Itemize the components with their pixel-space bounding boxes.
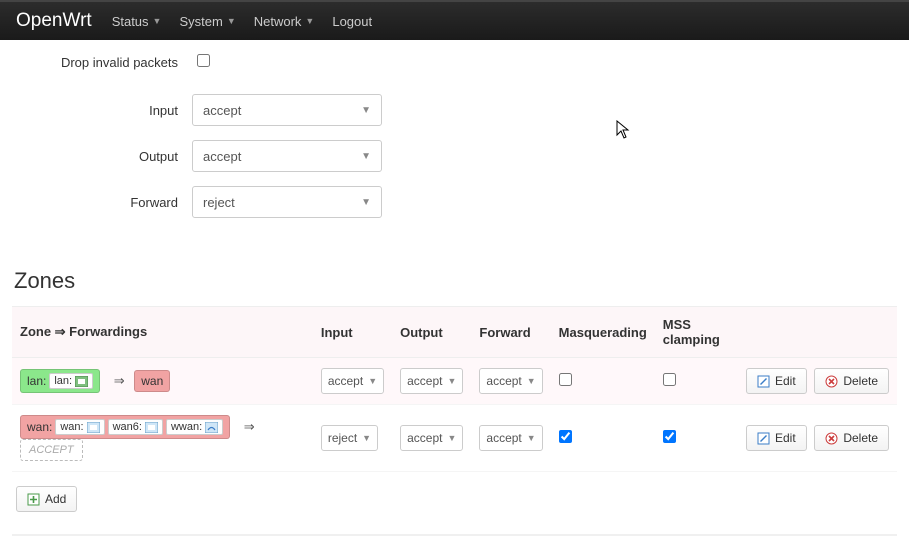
- edit-icon: [757, 375, 770, 388]
- delete-button[interactable]: Delete: [814, 425, 889, 451]
- select-value: accept: [407, 374, 442, 388]
- nav-network-label: Network: [254, 14, 302, 29]
- forward-label: Forward: [12, 195, 192, 210]
- caret-down-icon: ▼: [368, 376, 377, 386]
- forward-select[interactable]: reject ▼: [192, 186, 382, 218]
- iface-label: lan:: [54, 375, 72, 387]
- input-select-value: accept: [203, 103, 241, 118]
- add-button[interactable]: Add: [16, 486, 77, 512]
- caret-down-icon: ▼: [527, 376, 536, 386]
- delete-icon: [825, 375, 838, 388]
- select-value: accept: [486, 374, 521, 388]
- input-select[interactable]: accept ▼: [192, 94, 382, 126]
- iface-lan: lan:: [49, 373, 93, 389]
- edit-button[interactable]: Edit: [746, 368, 807, 394]
- btn-label: Delete: [843, 431, 878, 445]
- nav-network[interactable]: Network▼: [254, 14, 315, 29]
- zone-name: wan:: [27, 420, 52, 434]
- caret-down-icon: ▼: [153, 16, 162, 26]
- btn-label: Edit: [775, 431, 796, 445]
- caret-down-icon: ▼: [305, 16, 314, 26]
- caret-down-icon: ▼: [227, 16, 236, 26]
- select-value: accept: [407, 431, 442, 445]
- nav-status-label: Status: [112, 14, 149, 29]
- col-masq: Masquerading: [551, 307, 655, 358]
- nav-logout[interactable]: Logout: [332, 14, 372, 29]
- output-select[interactable]: accept ▼: [192, 140, 382, 172]
- nav-system-label: System: [179, 14, 222, 29]
- btn-label: Add: [45, 492, 66, 506]
- caret-down-icon: ▼: [361, 105, 371, 116]
- nav-logout-label: Logout: [332, 14, 372, 29]
- iface-wan6: wan6:: [108, 419, 163, 435]
- zone-chip-wan-target: wan: [134, 370, 170, 392]
- arrow-icon: ⇒: [244, 419, 255, 434]
- zone-output-select[interactable]: accept ▼: [400, 368, 463, 394]
- btn-label: Delete: [843, 374, 878, 388]
- drop-invalid-checkbox[interactable]: [197, 54, 210, 67]
- zone-row-wan: wan: wan: wan6: wwan:: [12, 405, 897, 472]
- caret-down-icon: ▼: [527, 433, 536, 443]
- output-label: Output: [12, 149, 192, 164]
- select-value: reject: [328, 431, 357, 445]
- caret-down-icon: ▼: [362, 433, 371, 443]
- zone-chip-wan: wan: wan: wan6: wwan:: [20, 415, 230, 439]
- zone-masq-checkbox[interactable]: [559, 430, 572, 443]
- ethernet-icon: [145, 422, 158, 433]
- zone-name: lan:: [27, 374, 46, 388]
- col-output: Output: [392, 307, 471, 358]
- caret-down-icon: ▼: [361, 197, 371, 208]
- iface-wwan: wwan:: [166, 419, 223, 435]
- btn-label: Edit: [775, 374, 796, 388]
- nav-system[interactable]: System ▼: [179, 14, 235, 29]
- drop-invalid-label: Drop invalid packets: [12, 55, 192, 70]
- caret-down-icon: ▼: [361, 151, 371, 162]
- iface-wan: wan:: [55, 419, 104, 435]
- nav-status[interactable]: Status ▼: [112, 14, 162, 29]
- col-forward: Forward: [471, 307, 550, 358]
- zone-output-select[interactable]: accept ▼: [400, 425, 463, 451]
- col-input: Input: [313, 307, 392, 358]
- select-value: accept: [328, 374, 363, 388]
- edit-icon: [757, 432, 770, 445]
- forward-select-value: reject: [203, 195, 235, 210]
- footer-separator: [12, 534, 897, 536]
- zones-table: Zone ⇒ Forwardings Input Output Forward …: [12, 306, 897, 472]
- zone-input-select[interactable]: reject ▼: [321, 425, 378, 451]
- iface-label: wwan:: [171, 421, 202, 433]
- edit-button[interactable]: Edit: [746, 425, 807, 451]
- caret-down-icon: ▼: [447, 376, 456, 386]
- col-zone: Zone ⇒ Forwardings: [12, 307, 313, 358]
- zone-row-lan: lan: lan: ⇒ wan accept ▼ accept ▼ accept ▼: [12, 358, 897, 405]
- zone-chip-lan: lan: lan:: [20, 369, 100, 393]
- iface-label: wan6:: [113, 421, 142, 433]
- zone-forward-select[interactable]: accept ▼: [479, 368, 542, 394]
- input-label: Input: [12, 103, 192, 118]
- zones-heading: Zones: [12, 268, 897, 294]
- wifi-icon: [205, 422, 218, 433]
- zone-forward-select[interactable]: accept ▼: [479, 425, 542, 451]
- delete-icon: [825, 432, 838, 445]
- arrow-icon: ⇒: [114, 373, 125, 388]
- caret-down-icon: ▼: [447, 433, 456, 443]
- ethernet-icon: [75, 376, 88, 387]
- zone-input-select[interactable]: accept ▼: [321, 368, 384, 394]
- delete-button[interactable]: Delete: [814, 368, 889, 394]
- fwd-target: wan: [141, 374, 163, 388]
- zone-mss-checkbox[interactable]: [663, 430, 676, 443]
- brand: OpenWrt: [16, 10, 92, 32]
- zone-masq-checkbox[interactable]: [559, 373, 572, 386]
- select-value: accept: [486, 431, 521, 445]
- add-icon: [27, 493, 40, 506]
- output-select-value: accept: [203, 149, 241, 164]
- iface-label: wan:: [60, 421, 83, 433]
- fwd-accept-placeholder: ACCEPT: [20, 439, 83, 461]
- ethernet-icon: [87, 422, 100, 433]
- col-mss: MSS clamping: [655, 307, 734, 358]
- zone-mss-checkbox[interactable]: [663, 373, 676, 386]
